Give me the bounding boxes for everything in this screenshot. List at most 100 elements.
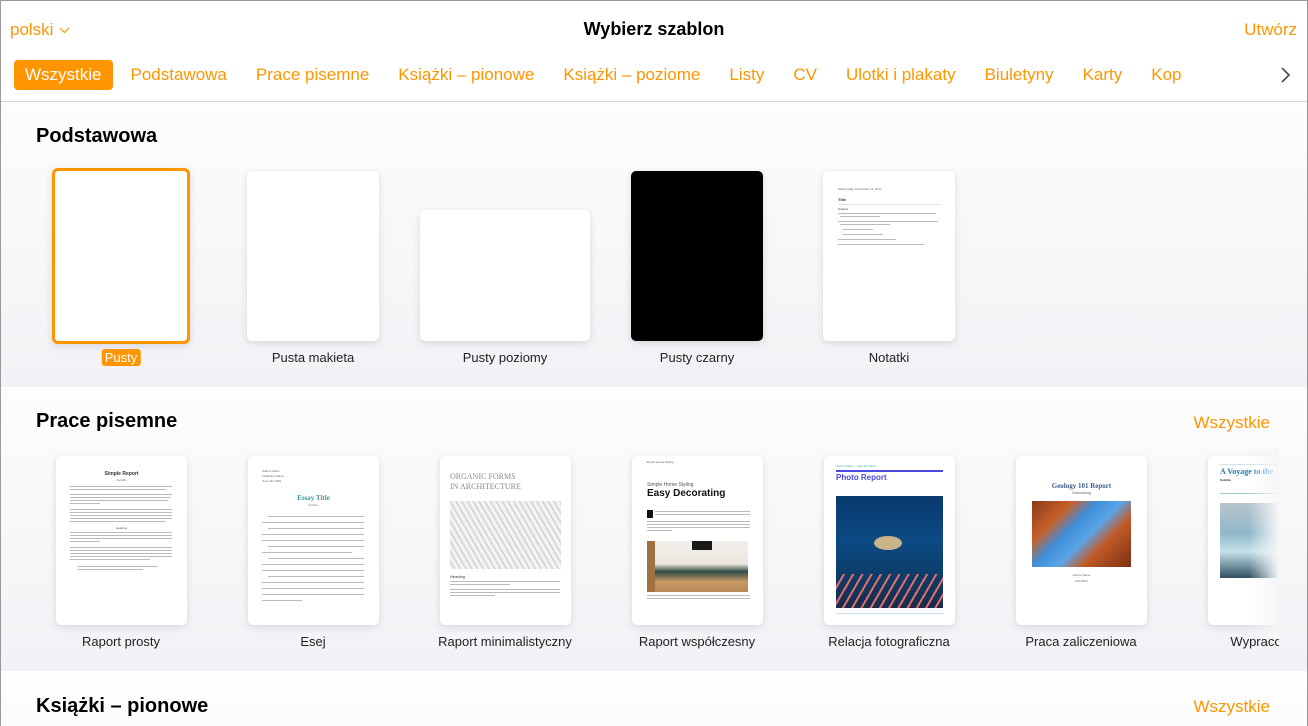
tab-books-landscape[interactable]: Książki – poziome [552, 60, 711, 90]
text-line [268, 546, 364, 547]
template-thumbnail[interactable]: Author Name Institution Name June 28, 20… [248, 456, 379, 625]
text-line [450, 581, 560, 582]
template-label: Pusta makieta [272, 350, 354, 365]
text-line [268, 558, 364, 559]
category-tabs: WszystkiePodstawowaPrace pisemneKsiążki … [14, 60, 1277, 90]
template-chooser-header: polski Wybierz szablon Utwórz WszystkieP… [1, 1, 1307, 102]
text-line [450, 584, 510, 585]
template-thumbnail[interactable]: Author Name – April 14, 2022 Photo Repor… [824, 456, 955, 625]
preview-subtitle: Subtitle [248, 503, 379, 507]
text-line [70, 486, 172, 487]
text-line [840, 216, 880, 217]
preview-title: Easy Decorating [647, 488, 725, 499]
template-thumbnail[interactable] [631, 171, 763, 341]
accent-rule [836, 470, 943, 472]
preview-title: Geology 101 Report [1016, 482, 1147, 490]
text-line [78, 569, 143, 570]
text-line [450, 595, 495, 596]
text-line [70, 541, 100, 542]
text-line [840, 224, 890, 225]
template-label: Praca zaliczeniowa [1025, 634, 1136, 649]
chevron-right-icon[interactable] [1279, 65, 1293, 85]
template-thumbnail[interactable]: Geology 101 Report Subheading Author Nam… [1016, 456, 1147, 625]
notes-title: Title [838, 197, 846, 202]
preview-title: Simple Report [56, 471, 187, 477]
text-line [647, 524, 750, 525]
notes-subject: Subject [838, 207, 848, 211]
text-line [262, 600, 302, 601]
text-line [70, 494, 172, 495]
text-line [70, 547, 172, 548]
text-line [262, 588, 364, 589]
architecture-photo [450, 501, 561, 569]
template-label: Relacja fotograficzna [828, 634, 949, 649]
tab-newsletters[interactable]: Biuletyny [974, 60, 1065, 90]
text-line [843, 229, 873, 230]
text-line [70, 497, 170, 498]
text-line [647, 598, 750, 599]
tab-basic[interactable]: Podstawowa [120, 60, 238, 90]
text-line [647, 595, 750, 596]
preview-subheading: Subheading [1016, 491, 1147, 495]
text-line [78, 566, 158, 567]
text-line [262, 522, 364, 523]
preview-title: Essay Title [248, 494, 379, 502]
see-all-books-portrait-button[interactable]: Wszystkie [1194, 697, 1271, 717]
template-thumbnail[interactable]: Simple Report Subtitle Heading [56, 456, 187, 625]
wood-panel [647, 541, 655, 592]
text-line [268, 516, 364, 517]
preview-title-line1: ORGANIC FORMS [450, 472, 516, 482]
text-line [70, 532, 172, 533]
text-line [647, 530, 672, 531]
preview-subtitle: Subtitle [1220, 478, 1231, 482]
template-label: Esej [300, 634, 325, 649]
writing-templates-row: Simple Report Subtitle Heading [1, 388, 1279, 671]
template-label: Pusty poziomy [463, 350, 548, 365]
template-thumbnail[interactable] [420, 210, 590, 341]
living-room-photo [647, 541, 748, 592]
text-line [70, 503, 100, 504]
preview-date: June 28, 2020 [262, 479, 281, 483]
text-line [262, 534, 364, 535]
preview-title: Photo Report [836, 473, 887, 482]
preview-byline: Author Name – April 14, 2022 [836, 464, 875, 468]
template-label: Notatki [869, 350, 909, 365]
preview-title-line2: IN ARCHITECTURE [450, 482, 521, 492]
tab-all[interactable]: Wszystkie [14, 60, 113, 90]
preview-author: Author Name [262, 469, 280, 473]
preview-term: Fall 20XX [1016, 579, 1147, 583]
text-line [838, 239, 896, 240]
text-line [450, 592, 560, 593]
preview-author: Author Name [1016, 573, 1147, 577]
template-thumbnail[interactable]: Simple Home Styling Simple Home Styling … [632, 456, 763, 625]
text-line [70, 512, 172, 513]
text-line [268, 528, 364, 529]
text-line [70, 500, 168, 501]
text-line [70, 515, 172, 516]
preview-heading: Heading [56, 526, 187, 530]
section-books-portrait: Książki – pionowe Wszystkie [1, 672, 1307, 726]
preview-heading: Heading [450, 574, 465, 579]
tab-flyers-posters[interactable]: Ulotki i plakaty [835, 60, 967, 90]
tab-cards[interactable]: Karty [1072, 60, 1134, 90]
tab-letters[interactable]: Listy [718, 60, 775, 90]
sea-turtle-photo [836, 496, 943, 608]
text-line [647, 527, 750, 528]
text-line [262, 570, 364, 571]
preview-subtitle: Subtitle [56, 478, 187, 482]
tab-books-portrait[interactable]: Książki – pionowe [387, 60, 545, 90]
create-button[interactable]: Utwórz [1244, 20, 1297, 40]
tab-writing[interactable]: Prace pisemne [245, 60, 380, 90]
template-label: Pusty czarny [660, 350, 734, 365]
text-line [655, 514, 750, 515]
tab-more[interactable]: Kop [1140, 60, 1192, 90]
template-thumbnail[interactable] [247, 171, 379, 341]
text-line [70, 538, 172, 539]
text-line [70, 489, 166, 490]
tab-cv[interactable]: CV [782, 60, 828, 90]
text-line [647, 521, 750, 522]
template-thumbnail[interactable] [52, 168, 190, 344]
template-thumbnail[interactable]: ORGANIC FORMS IN ARCHITECTURE Heading [440, 456, 571, 625]
text-line [838, 244, 924, 245]
template-thumbnail[interactable]: Wednesday, December 13, 2017 Title Subje… [823, 171, 955, 341]
